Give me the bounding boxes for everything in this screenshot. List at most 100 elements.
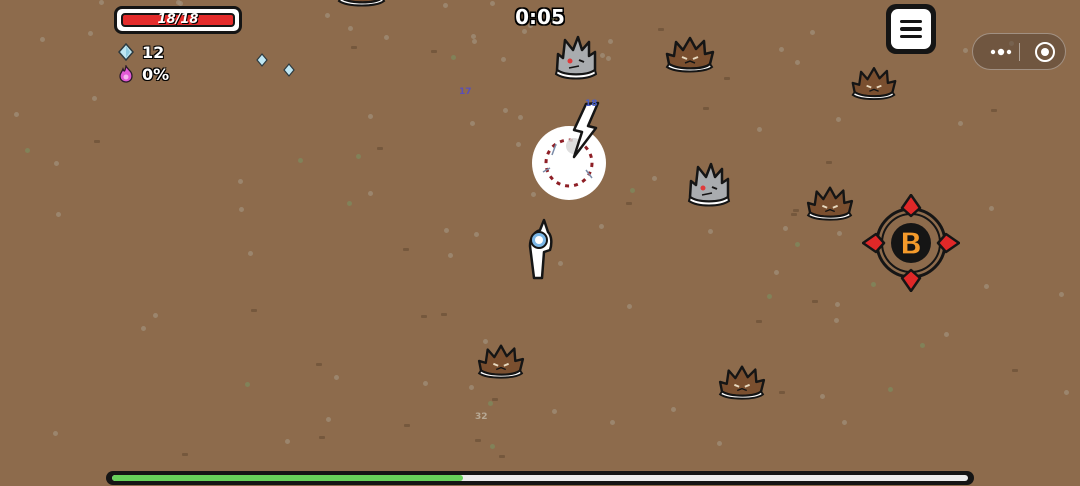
pebble (441, 313, 447, 316)
game-timer: 0:05 (515, 5, 565, 29)
pebble (791, 213, 797, 216)
pebble (475, 439, 481, 442)
pink-flame-icon (119, 65, 133, 83)
pebble (448, 253, 453, 258)
capsule-divider (1019, 43, 1020, 61)
pebble (793, 209, 799, 212)
pebble (356, 154, 361, 159)
pebble (141, 326, 146, 331)
experience-progress-bar (106, 471, 974, 485)
pebble (492, 398, 498, 401)
pebble (404, 424, 410, 427)
pebble (652, 176, 657, 181)
health-bar: 18/18 (114, 6, 242, 34)
experience-progress-fill (112, 475, 463, 481)
pebble (40, 37, 45, 42)
pebble (756, 320, 762, 323)
pebble (779, 391, 785, 394)
pebble (99, 0, 104, 5)
pebble (944, 332, 949, 337)
crosshair-skill-icon: B (861, 193, 961, 293)
pebble (245, 382, 250, 387)
pebble (54, 161, 59, 166)
pebble (835, 302, 840, 307)
brown-slime-enemy (477, 344, 525, 379)
brown-slime-enemy (665, 36, 715, 73)
diamond-gem-icon (118, 43, 134, 61)
pebble (444, 228, 449, 233)
pebble (724, 77, 730, 80)
pebble (326, 417, 331, 422)
brown-slime-enemy (337, 0, 387, 7)
pebble (606, 56, 611, 61)
pebble (810, 30, 815, 35)
close-miniprogram-button[interactable] (1027, 34, 1063, 69)
pebble (347, 201, 352, 206)
pebble (842, 420, 847, 425)
pebble (627, 304, 632, 309)
pebble (403, 248, 409, 251)
pebble (626, 202, 632, 205)
pebble (421, 315, 427, 318)
target-circle-icon (1035, 41, 1055, 62)
pebble (795, 60, 800, 65)
pebble (316, 363, 322, 366)
pebble (1059, 292, 1064, 297)
gem-count: 12 (142, 42, 165, 62)
pebble (610, 420, 615, 425)
pebble (368, 114, 373, 119)
pebble (499, 455, 505, 458)
pebble (56, 212, 61, 217)
gray-slime-enemy (687, 162, 731, 207)
pebble (989, 206, 994, 211)
pebble (88, 31, 93, 36)
pebble (470, 121, 475, 126)
pebble (820, 394, 825, 399)
pebble (490, 444, 495, 449)
gem-counter: 12 (118, 42, 164, 62)
pause-menu-button[interactable] (886, 4, 936, 54)
pebble (516, 142, 521, 147)
miniprogram-capsule (972, 33, 1066, 70)
pebble (779, 47, 784, 52)
game-field[interactable]: 18/18 12 0% 0:05 17 18 32 B (0, 0, 1080, 486)
pebble (600, 53, 605, 58)
pebble (834, 318, 839, 323)
pebble (490, 1, 495, 6)
damage-number: 18 (585, 99, 598, 109)
pebble (94, 140, 100, 143)
pebble (703, 107, 709, 110)
pebble (671, 407, 676, 412)
brown-slime-enemy (851, 67, 897, 101)
pebble (608, 39, 613, 44)
pebble (53, 431, 58, 436)
pebble (348, 26, 353, 31)
pebble (888, 387, 893, 392)
pebble (795, 242, 800, 247)
damage-number: 17 (459, 87, 472, 97)
brown-slime-enemy (806, 186, 854, 221)
pebble (384, 35, 389, 40)
pebble (472, 39, 477, 44)
pebble (92, 96, 97, 101)
pebble (319, 436, 325, 439)
more-options-button[interactable] (983, 34, 1019, 69)
pebble (518, 115, 523, 120)
skill-button[interactable]: B (861, 193, 961, 296)
pebble (984, 284, 989, 289)
pebble (25, 148, 30, 153)
pebble (920, 343, 925, 348)
pebble (431, 50, 437, 53)
pebble (767, 294, 772, 299)
pebble (238, 179, 243, 184)
brown-slime-enemy (718, 365, 766, 400)
pebble (368, 191, 373, 196)
pebble (522, 29, 527, 34)
pebble (757, 127, 762, 132)
pebble (423, 381, 428, 386)
pebble (14, 112, 19, 117)
lightning-bolt (572, 101, 600, 159)
pebble (182, 453, 188, 456)
pebble (443, 3, 448, 8)
pebble (599, 224, 604, 229)
